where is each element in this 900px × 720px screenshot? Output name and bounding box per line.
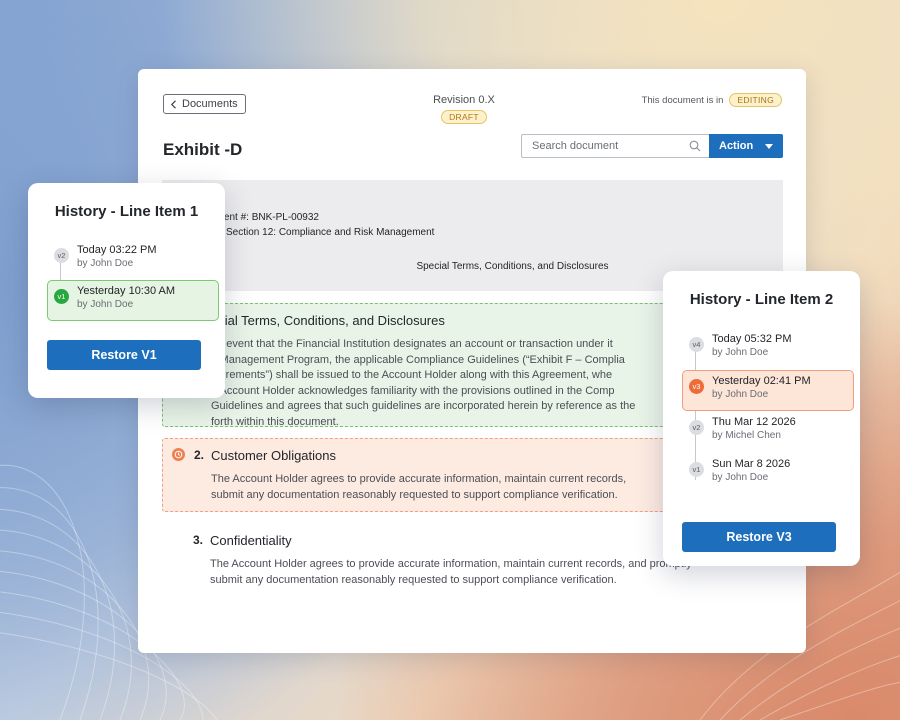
version-tag: v1 [54, 289, 69, 304]
section-title: Section 12: Compliance and Risk Manageme… [226, 227, 435, 238]
history-popover-line-item-2: History - Line Item 2 v4 Today 05:32 PM … [663, 271, 860, 566]
history-title: History - Line Item 2 [689, 291, 834, 308]
clause-line: submit any documentation reasonably requ… [211, 488, 618, 501]
clause-line: k Management Program, the applicable Com… [211, 353, 625, 366]
editing-badge: EDITING [729, 93, 782, 107]
clause-line: quirements”) shall be issued to the Acco… [211, 369, 613, 381]
action-label: Action [719, 140, 754, 152]
version-item-v4[interactable]: v4 Today 05:32 PM by John Doe [682, 328, 854, 370]
page-title: Exhibit -D [163, 140, 243, 159]
version-author: by John Doe [712, 388, 769, 400]
version-date: Today 03:22 PM [77, 244, 157, 256]
clock-icon [174, 450, 183, 459]
revision-label: Revision 0.X [433, 94, 495, 106]
clause-body: The Account Holder agrees to provide acc… [211, 472, 681, 503]
revision-info: Revision 0.X DRAFT [433, 94, 495, 125]
status-text: This document is in [641, 94, 724, 106]
search-placeholder: Search document [532, 140, 619, 152]
clause-heading: Confidentiality [210, 533, 292, 548]
clause-line: Guidelines and agrees that such guidelin… [211, 400, 636, 412]
clause-body: he event that the Financial Institution … [211, 337, 681, 430]
caret-down-icon [765, 143, 773, 149]
action-dropdown-button[interactable]: Action [709, 134, 783, 158]
clause-number: 2. [194, 448, 205, 462]
back-label: Documents [182, 98, 238, 110]
version-author: by John Doe [77, 258, 134, 269]
version-item-v1[interactable]: v1 Sun Mar 8 2026 by John Doe [682, 453, 854, 495]
clause-number: 3. [193, 533, 204, 547]
clause-line: he event that the Financial Institution … [211, 338, 613, 350]
version-timeline: v4 Today 05:32 PM by John Doe v3 Yesterd… [682, 328, 854, 494]
version-tag: v2 [54, 248, 69, 263]
restore-v3-button[interactable]: Restore V3 [682, 522, 836, 552]
version-tag: v2 [689, 420, 704, 435]
version-tag: v1 [689, 461, 704, 477]
version-author: by John Doe [712, 347, 769, 358]
history-change-icon[interactable] [172, 448, 185, 461]
version-timeline: v2 Today 03:22 PM by John Doe v1 Yesterd… [47, 239, 219, 321]
version-item-v3-selected[interactable]: v3 Yesterday 02:41 PM by John Doe [682, 369, 854, 411]
draft-badge: DRAFT [441, 110, 487, 124]
version-tag: v4 [689, 337, 704, 352]
back-to-documents-button[interactable]: Documents [163, 94, 246, 114]
clause-line: The Account Holder agrees to provide acc… [211, 473, 627, 485]
history-title: History - Line Item 1 [54, 203, 199, 220]
clause-line: e Account Holder acknowledges familiarit… [211, 384, 615, 397]
version-date: Thu Mar 12 2026 [712, 416, 796, 428]
restore-v1-button[interactable]: Restore V1 [47, 340, 201, 370]
clause-heading: ecial Terms, Conditions, and Disclosures [211, 313, 445, 328]
clause-line: submit any documentation reasonably requ… [210, 573, 617, 586]
version-author: by Michel Chen [712, 430, 781, 441]
document-number: ument #: BNK-PL-00932 [210, 212, 319, 223]
history-popover-line-item-1: History - Line Item 1 v2 Today 03:22 PM … [28, 183, 225, 398]
version-date: Sun Mar 8 2026 [712, 457, 791, 470]
version-date: Today 05:32 PM [712, 333, 792, 345]
clause-heading: Customer Obligations [211, 448, 336, 463]
version-item-v1-selected[interactable]: v1 Yesterday 10:30 AM by John Doe [47, 280, 219, 321]
version-date: Yesterday 02:41 PM [712, 374, 811, 387]
search-icon [689, 140, 701, 152]
version-author: by John Doe [77, 299, 134, 310]
search-input[interactable]: Search document [521, 134, 710, 158]
version-item-v2[interactable]: v2 Today 03:22 PM by John Doe [47, 239, 219, 280]
document-status: This document is in EDITING [642, 93, 782, 107]
version-tag: v3 [689, 378, 704, 394]
version-author: by John Doe [712, 471, 769, 483]
version-item-v2[interactable]: v2 Thu Mar 12 2026 by Michel Chen [682, 411, 854, 453]
clause-line: forth within this document. [211, 415, 339, 428]
special-terms-text: Special Terms, Conditions, and Disclosur… [416, 261, 609, 272]
version-date: Yesterday 10:30 AM [77, 285, 176, 297]
chevron-left-icon [170, 99, 176, 109]
